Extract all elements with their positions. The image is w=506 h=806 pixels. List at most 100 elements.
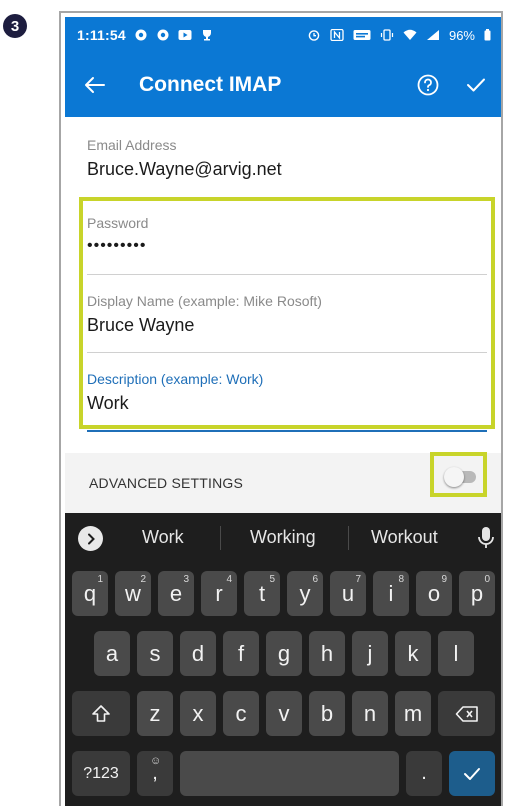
key-label: .	[421, 762, 427, 784]
key-h[interactable]: h	[309, 631, 345, 676]
back-button[interactable]	[81, 72, 107, 98]
arrow-left-icon	[85, 77, 105, 93]
key-r[interactable]: r4	[201, 571, 237, 616]
backspace-key[interactable]	[438, 691, 495, 736]
suggestion-2[interactable]: Working	[250, 527, 316, 548]
notification-icons	[134, 29, 214, 41]
checkmark-icon	[467, 78, 485, 92]
key-label: l	[453, 640, 459, 666]
confirm-button[interactable]	[463, 72, 489, 98]
key-b[interactable]: b	[309, 691, 345, 736]
numbers-key[interactable]: ?123	[72, 751, 130, 796]
key-label: u	[341, 580, 355, 606]
key-m[interactable]: m	[395, 691, 431, 736]
emoji-hint: ☺	[150, 755, 162, 767]
key-x[interactable]: x	[180, 691, 216, 736]
key-label: q	[83, 580, 97, 606]
key-v[interactable]: v	[266, 691, 302, 736]
key-t[interactable]: t5	[244, 571, 280, 616]
status-time: 1:11:54	[77, 27, 126, 43]
help-circle-icon	[417, 74, 439, 96]
battery-icon	[484, 29, 491, 41]
key-z[interactable]: z	[137, 691, 173, 736]
key-u[interactable]: u7	[330, 571, 366, 616]
period-key[interactable]: .	[406, 751, 442, 796]
screenshot-root: 3 1:11:54 96% Connect IMAP Email Address…	[0, 0, 506, 806]
key-p[interactable]: p0	[459, 571, 495, 616]
key-label: m	[403, 700, 423, 726]
wifi-icon	[403, 29, 417, 40]
suggestion-strip: Work Working Workout	[65, 513, 501, 563]
key-hint: 5	[269, 574, 275, 585]
nfc-icon	[330, 29, 344, 41]
key-label: t	[258, 580, 266, 606]
key-i[interactable]: i8	[373, 571, 409, 616]
key-label: d	[191, 640, 205, 666]
notification-app-icon	[157, 29, 169, 41]
key-label: h	[320, 640, 334, 666]
key-c[interactable]: c	[223, 691, 259, 736]
email-value: Bruce.Wayne@arvig.net	[87, 159, 282, 179]
suggestion-divider	[220, 526, 221, 550]
comma-key[interactable]: , ☺	[137, 751, 173, 796]
key-k[interactable]: k	[395, 631, 431, 676]
step-number: 3	[10, 17, 20, 35]
key-label: o	[427, 580, 441, 606]
key-hint: 3	[183, 574, 189, 585]
key-s[interactable]: s	[137, 631, 173, 676]
key-hint: 0	[484, 574, 490, 585]
key-hint: 7	[355, 574, 361, 585]
key-g[interactable]: g	[266, 631, 302, 676]
key-label: b	[320, 700, 334, 726]
key-hint: 6	[312, 574, 318, 585]
suggestion-divider	[348, 526, 349, 550]
key-n[interactable]: n	[352, 691, 388, 736]
shift-icon	[92, 704, 110, 722]
key-hint: 2	[140, 574, 146, 585]
microphone-icon[interactable]	[477, 525, 495, 551]
key-l[interactable]: l	[438, 631, 474, 676]
description-underline	[87, 430, 487, 432]
key-label: k	[407, 640, 419, 666]
suggestion-1[interactable]: Work	[142, 527, 184, 548]
key-d[interactable]: d	[180, 631, 216, 676]
key-e[interactable]: e3	[158, 571, 194, 616]
key-label: n	[363, 700, 377, 726]
key-label: x	[192, 700, 204, 726]
key-q[interactable]: q1	[72, 571, 108, 616]
shift-key[interactable]	[72, 691, 130, 736]
chevron-right-icon	[87, 533, 95, 544]
key-hint: 4	[226, 574, 232, 585]
on-screen-keyboard: Work Working Workout q1 w2 e3 r4 t5 y6 u…	[65, 513, 501, 806]
suggestion-3[interactable]: Workout	[371, 527, 438, 548]
vibrate-icon	[380, 29, 394, 41]
key-label: a	[105, 640, 119, 666]
key-hint: 8	[398, 574, 404, 585]
key-label: z	[149, 700, 161, 726]
key-y[interactable]: y6	[287, 571, 323, 616]
enter-key[interactable]	[449, 751, 495, 796]
key-label: g	[277, 640, 291, 666]
system-icons: 96%	[307, 28, 491, 43]
toggle-highlight-box	[430, 452, 487, 497]
expand-suggestions-button[interactable]	[78, 526, 103, 551]
signal-icon	[426, 30, 439, 40]
email-field[interactable]: Email Address Bruce.Wayne@arvig.net	[87, 137, 487, 199]
help-button[interactable]	[415, 72, 441, 98]
step-number-badge: 3	[3, 14, 27, 38]
key-label: s	[149, 640, 161, 666]
fields-highlight-box	[79, 197, 495, 429]
page-title: Connect IMAP	[139, 73, 282, 96]
key-label: e	[169, 580, 183, 606]
volte-icon	[353, 30, 371, 40]
key-label: w	[125, 580, 141, 606]
space-key[interactable]	[180, 751, 399, 796]
key-o[interactable]: o9	[416, 571, 452, 616]
key-f[interactable]: f	[223, 631, 259, 676]
key-j[interactable]: j	[352, 631, 388, 676]
key-a[interactable]: a	[94, 631, 130, 676]
notification-video-icon	[178, 30, 192, 40]
key-hint: 9	[441, 574, 447, 585]
key-label: r	[215, 580, 223, 606]
key-w[interactable]: w2	[115, 571, 151, 616]
